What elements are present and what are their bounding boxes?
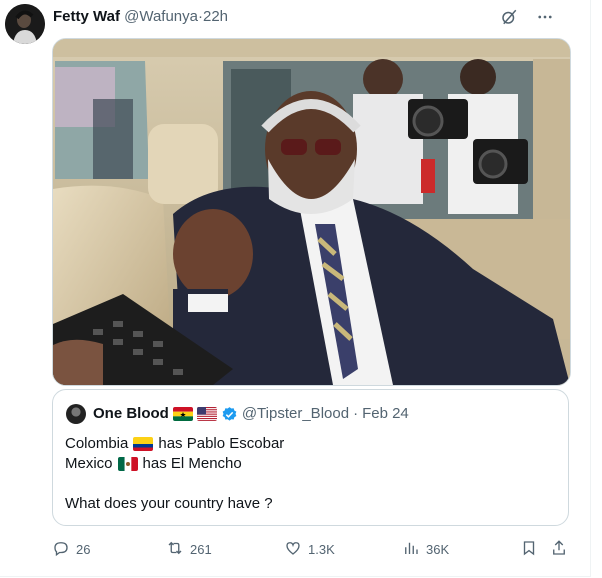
views-icon — [402, 539, 420, 560]
bookmark-icon — [520, 539, 538, 560]
quoted-line-text: has El Mencho — [142, 455, 242, 472]
like-button[interactable]: 1.3K — [284, 537, 335, 561]
quoted-separator-dot: · — [353, 405, 359, 422]
quoted-line-colombia: Colombia has Pablo Escobar — [65, 434, 284, 454]
quoted-timestamp: Feb 24 — [362, 405, 409, 422]
tweet-timestamp[interactable]: 22h — [203, 8, 228, 25]
quoted-tweet-header: One Blood @Tipster_Blood · Feb 24 — [93, 405, 409, 423]
reply-count: 26 — [76, 541, 91, 557]
like-count: 1.3K — [308, 541, 335, 557]
author-avatar[interactable] — [5, 4, 45, 44]
quoted-tweet[interactable]: One Blood @Tipster_Blood · Feb 24 Colombia… — [52, 389, 569, 526]
tweet-card: Fetty Waf @Wafunya · 22h One Blood @Tipste… — [0, 0, 591, 577]
quoted-line-text: Mexico — [65, 455, 113, 472]
more-icon[interactable] — [534, 6, 556, 28]
retweet-icon — [166, 539, 184, 560]
bookmark-button[interactable] — [520, 537, 538, 561]
quoted-question: What does your country have ? — [65, 495, 273, 512]
quoted-author-avatar — [66, 404, 86, 424]
usa-flag-icon — [196, 407, 217, 421]
quoted-author-handle: @Tipster_Blood — [241, 405, 350, 422]
views-button[interactable]: 36K — [402, 537, 449, 561]
reply-button[interactable]: 26 — [52, 537, 90, 561]
author-handle[interactable]: @Wafunya — [124, 8, 198, 25]
tweet-header: Fetty Waf @Wafunya·22h — [53, 8, 228, 26]
retweet-button[interactable]: 261 — [166, 537, 212, 561]
mexico-flag-icon — [117, 457, 138, 471]
header-icons — [498, 6, 556, 28]
share-button[interactable] — [550, 537, 568, 561]
retweet-count: 261 — [190, 541, 212, 557]
quoted-line-text: has Pablo Escobar — [158, 435, 285, 452]
views-count: 36K — [426, 541, 450, 557]
quoted-tweet-text: Colombia has Pablo Escobar Mexico has El… — [65, 434, 284, 514]
quoted-author-name: One Blood — [93, 405, 169, 422]
author-name[interactable]: Fetty Waf — [53, 8, 120, 25]
reply-icon — [52, 539, 70, 560]
ghana-flag-icon — [172, 407, 193, 421]
tweet-media-image[interactable] — [52, 38, 571, 386]
quoted-line-text: Colombia — [65, 435, 129, 452]
share-icon — [550, 539, 568, 560]
tweet-actions: 26 261 1.3K 36K — [52, 537, 572, 561]
grok-icon[interactable] — [498, 6, 520, 28]
verified-badge-icon — [221, 406, 238, 423]
quoted-line-mexico: Mexico has El Mencho — [65, 454, 284, 474]
like-icon — [284, 539, 302, 560]
colombia-flag-icon — [133, 437, 154, 451]
